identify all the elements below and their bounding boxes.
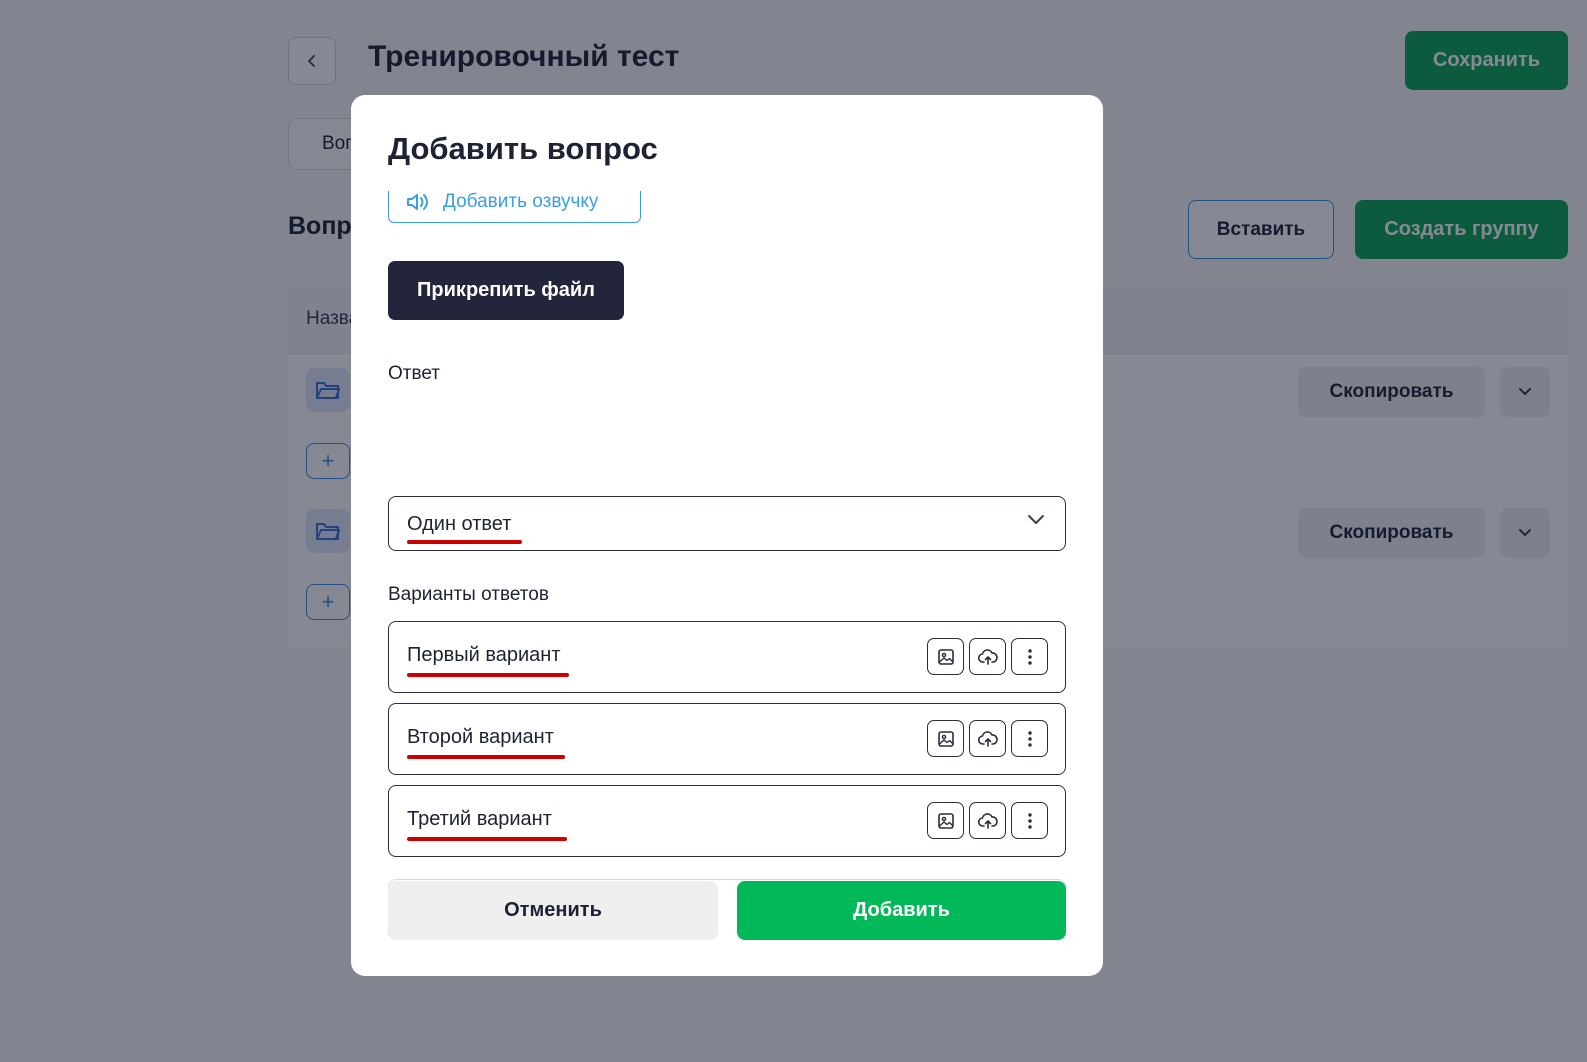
answer-type-value: Один ответ <box>407 513 512 535</box>
more-options-button[interactable] <box>1011 720 1048 757</box>
add-question-modal: Добавить вопрос Добавить озвучку Прикреп… <box>351 95 1103 976</box>
more-vertical-icon <box>1027 730 1032 747</box>
add-button[interactable]: Добавить <box>737 881 1066 940</box>
chevron-down-icon <box>1028 515 1044 524</box>
annotation-underline <box>407 837 567 841</box>
upload-audio-button[interactable] <box>969 802 1006 839</box>
answer-variant-text: Третий вариант <box>407 808 552 830</box>
add-image-button[interactable] <box>927 802 964 839</box>
cloud-upload-icon <box>977 812 998 829</box>
upload-audio-button[interactable] <box>969 720 1006 757</box>
annotation-underline <box>407 755 565 759</box>
cloud-upload-icon <box>977 648 998 665</box>
answer-variant[interactable]: Второй вариант <box>388 703 1066 775</box>
answer-variant-text: Второй вариант <box>407 726 554 748</box>
image-icon <box>937 730 954 747</box>
modal-scroll-area[interactable]: Добавить озвучку Прикрепить файл Ответ О… <box>351 191 1103 936</box>
add-voiceover-button[interactable]: Добавить озвучку <box>388 191 641 223</box>
more-options-button[interactable] <box>1011 802 1048 839</box>
answer-type-select[interactable]: Один ответ <box>388 496 1066 551</box>
speaker-icon <box>407 194 428 210</box>
modal-title: Добавить вопрос <box>388 131 658 166</box>
attach-file-button[interactable]: Прикрепить файл <box>388 261 624 320</box>
answer-variant-text: Первый вариант <box>407 644 561 666</box>
cancel-button[interactable]: Отменить <box>388 881 718 940</box>
image-icon <box>937 812 954 829</box>
upload-audio-button[interactable] <box>969 638 1006 675</box>
annotation-underline <box>407 673 569 677</box>
annotation-underline <box>407 540 522 544</box>
answer-variant[interactable]: Первый вариант <box>388 621 1066 693</box>
more-vertical-icon <box>1027 812 1032 829</box>
add-image-button[interactable] <box>927 720 964 757</box>
more-vertical-icon <box>1027 648 1032 665</box>
answer-label: Ответ <box>388 363 440 384</box>
more-options-button[interactable] <box>1011 638 1048 675</box>
add-image-button[interactable] <box>927 638 964 675</box>
answer-variant[interactable]: Третий вариант <box>388 785 1066 857</box>
cloud-upload-icon <box>977 730 998 747</box>
add-voiceover-label: Добавить озвучку <box>443 191 599 212</box>
image-icon <box>937 648 954 665</box>
answer-variants-label: Варианты ответов <box>388 584 549 605</box>
